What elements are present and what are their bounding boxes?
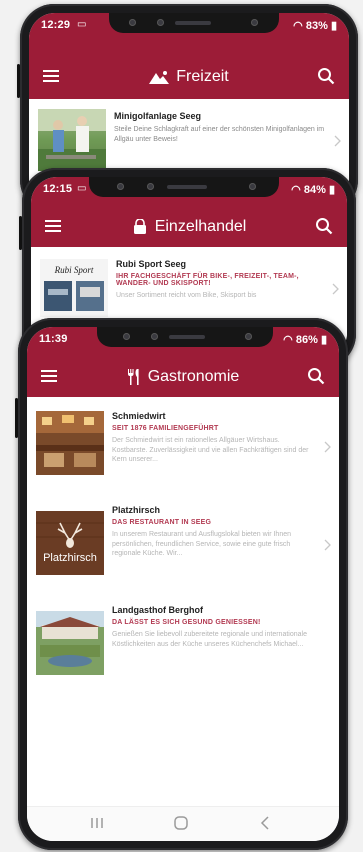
chevron-right-icon — [324, 539, 331, 551]
battery-icon: ▮ — [330, 20, 337, 32]
android-nav-bar — [27, 806, 339, 841]
title-group: Einzelhandel — [31, 207, 347, 247]
platzhirsch-logo-text: Platzhirsch — [43, 552, 97, 564]
wifi-icon: ◠ — [293, 20, 303, 32]
front-camera — [129, 19, 136, 26]
camera-notch — [89, 177, 279, 197]
notification-icon: ▭ — [77, 19, 87, 30]
chevron-right-icon — [324, 441, 331, 453]
platzhirsch-thumbnail: Platzhirsch — [36, 511, 104, 575]
chevron-right-icon — [332, 283, 339, 295]
title-group: Gastronomie — [27, 357, 339, 397]
front-camera-2 — [249, 183, 256, 190]
title-group: Freizeit — [29, 57, 349, 97]
page-title: Gastronomie — [147, 368, 240, 385]
app-bar: 11:39 ◠ 86% ▮ Gastronomie — [27, 327, 339, 397]
earpiece-speaker — [167, 185, 207, 189]
battery-icon: ▮ — [320, 334, 327, 346]
item-name: Landgasthof Berghof — [112, 605, 203, 615]
mountain-icon — [149, 71, 170, 84]
status-time: 12:15 — [43, 183, 73, 195]
phone-side-button — [15, 398, 18, 438]
item-subtitle: DA LÄSST ES SICH GESUND GENIESSEN! — [112, 619, 261, 626]
svg-text:Rubi Sport: Rubi Sport — [54, 265, 94, 275]
back-icon[interactable] — [259, 816, 273, 830]
item-info: Platzhirsch DAS RESTAURANT IN SEEG In un… — [112, 505, 317, 559]
earpiece-speaker — [169, 335, 205, 339]
chevron-right-icon — [334, 135, 341, 147]
toolbar: Freizeit — [29, 57, 349, 97]
search-icon[interactable] — [315, 217, 333, 235]
notification-icon: ▭ — [77, 183, 87, 194]
item-info: Minigolfanlage Seeg Steile Deine Schlagk… — [114, 111, 327, 144]
search-icon[interactable] — [307, 367, 325, 385]
content-list: Schmiedwirt SEIT 1876 FAMILIENGEFÜHRT De… — [27, 397, 339, 807]
phone-front: 11:39 ◠ 86% ▮ Gastronomie Schmiedwirt SE… — [15, 318, 348, 850]
sensor-dot — [151, 333, 158, 340]
minigolf-photo — [38, 109, 106, 171]
search-icon[interactable] — [317, 67, 335, 85]
cutlery-icon — [127, 369, 139, 385]
front-camera-2 — [251, 19, 258, 26]
item-info: Rubi Sport Seeg IHR FACHGESCHÄFT FÜR BIK… — [116, 259, 325, 301]
status-time: 12:29 — [41, 19, 71, 31]
list-item[interactable]: Rubi Sport Rubi Sport Seeg IHR FACHGESCH… — [31, 257, 347, 327]
status-time: 11:39 — [39, 333, 68, 345]
item-description: Unser Sortiment reicht vom Bike, Skispor… — [116, 292, 257, 299]
battery-icon: ▮ — [328, 184, 335, 196]
battery-level: 84% — [303, 184, 326, 196]
earpiece-speaker — [175, 21, 211, 25]
item-name: Platzhirsch — [112, 505, 161, 515]
platzhirsch-logo: Platzhirsch — [36, 511, 104, 575]
rubi-sport-thumbnail: Rubi Sport — [40, 259, 108, 317]
item-info: Landgasthof Berghof DA LÄSST ES SICH GES… — [112, 605, 317, 649]
app-bar: 12:15 ▭ ◠ 84% ▮ Einzelhandel — [31, 177, 347, 247]
toolbar: Gastronomie — [27, 357, 339, 397]
page-title: Einzelhandel — [154, 218, 247, 235]
battery-level: 86% — [295, 334, 318, 346]
recent-apps-icon[interactable] — [89, 816, 105, 830]
item-description: Steile Deine Schlagkraft auf einer der s… — [114, 126, 325, 143]
restaurant-interior-photo — [36, 411, 104, 475]
phone-side-button — [17, 64, 20, 98]
list-item[interactable]: Landgasthof Berghof DA LÄSST ES SICH GES… — [27, 605, 339, 695]
battery-level: 83% — [305, 20, 328, 32]
front-camera — [117, 183, 124, 190]
rubi-sport-logo: Rubi Sport — [40, 259, 108, 317]
front-camera-2 — [245, 333, 252, 340]
screen-gastronomie: 11:39 ◠ 86% ▮ Gastronomie Schmiedwirt SE… — [27, 327, 339, 841]
sensor-dot — [157, 19, 164, 26]
item-description: Genießen Sie liebevoll zubereitete regio… — [112, 631, 307, 648]
item-name: Minigolfanlage Seeg — [114, 111, 202, 121]
status-signal: ◠ 84% ▮ — [291, 183, 335, 196]
item-subtitle: DAS RESTAURANT IN SEEG — [112, 519, 212, 526]
landgasthof-photo — [36, 611, 104, 675]
shopping-bag-icon — [133, 219, 146, 234]
camera-notch — [97, 327, 273, 347]
status-signal: ◠ 83% ▮ — [293, 19, 337, 32]
wifi-icon: ◠ — [291, 184, 301, 196]
schmiedwirt-thumbnail — [36, 411, 104, 475]
item-name: Rubi Sport Seeg — [116, 259, 187, 269]
page-title: Freizeit — [176, 68, 229, 85]
item-name: Schmiedwirt — [112, 411, 166, 421]
sensor-dot — [147, 183, 154, 190]
list-item[interactable]: Platzhirsch Platzhirsch DAS RESTAURANT I… — [27, 505, 339, 595]
item-description: In unserem Restaurant und Ausflugslokal … — [112, 531, 291, 557]
item-subtitle: SEIT 1876 FAMILIENGEFÜHRT — [112, 425, 219, 432]
berghof-thumbnail — [36, 611, 104, 675]
item-info: Schmiedwirt SEIT 1876 FAMILIENGEFÜHRT De… — [112, 411, 317, 465]
front-camera — [123, 333, 130, 340]
list-item[interactable]: Schmiedwirt SEIT 1876 FAMILIENGEFÜHRT De… — [27, 411, 339, 495]
status-signal: ◠ 86% ▮ — [283, 333, 327, 346]
toolbar: Einzelhandel — [31, 207, 347, 247]
minigolf-thumbnail — [38, 109, 106, 171]
camera-notch — [109, 13, 279, 33]
item-description: Der Schmiedwirt ist ein rationelles Allg… — [112, 437, 309, 463]
home-icon[interactable] — [173, 816, 189, 830]
app-bar: 12:29 ▭ ◠ 83% ▮ Freizeit — [29, 13, 349, 99]
item-subtitle: IHR FACHGESCHÄFT FÜR BIKE-, FREIZEIT-, T… — [116, 273, 299, 287]
wifi-icon: ◠ — [283, 334, 293, 346]
phone-side-button — [19, 216, 22, 250]
